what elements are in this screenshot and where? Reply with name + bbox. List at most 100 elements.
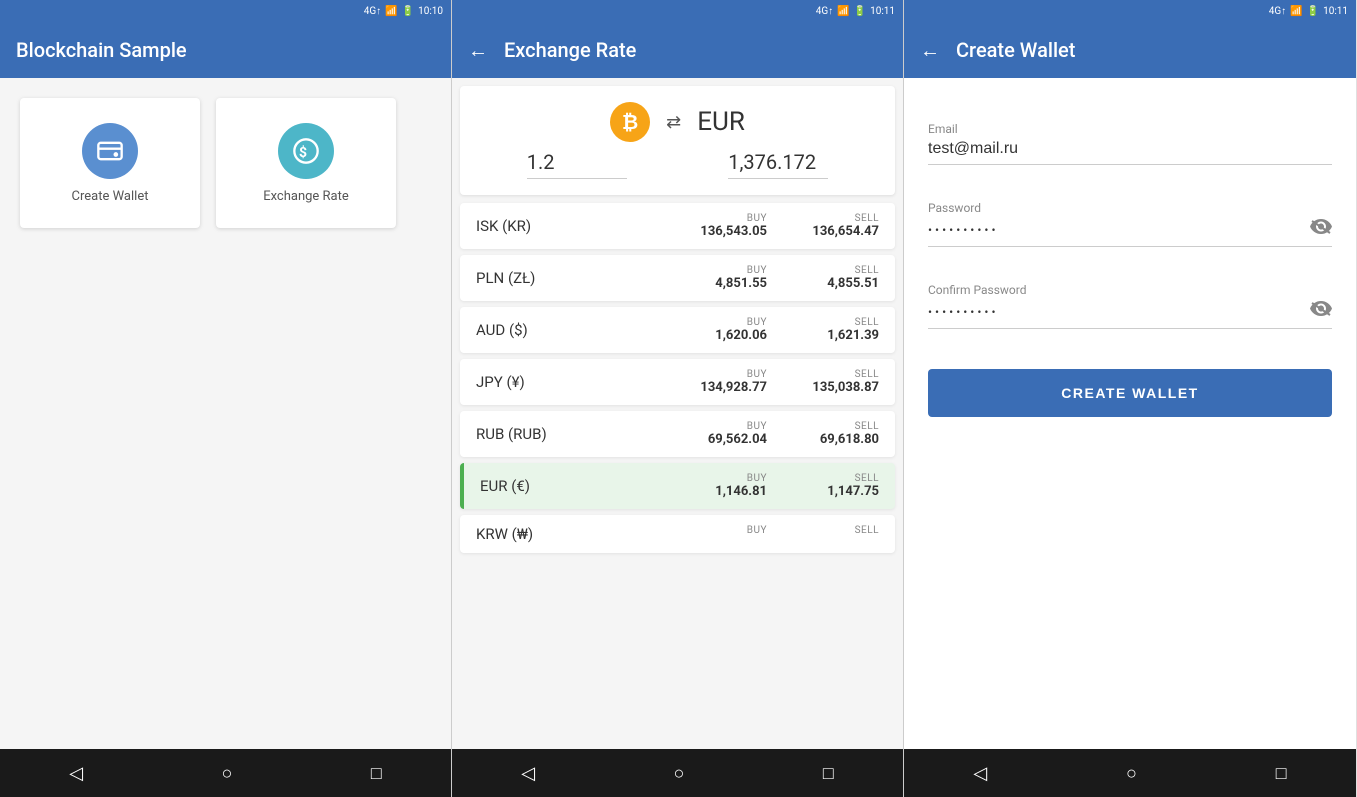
password-input-row: ••••••••••: [928, 219, 1332, 247]
sell-value-jpy: 135,038.87: [812, 380, 879, 395]
signal-icon-3: 4G↑: [1269, 6, 1286, 17]
recent-button-3[interactable]: □: [1252, 755, 1311, 792]
wifi-icon-2: 📶: [837, 6, 849, 17]
rate-row-isk[interactable]: ISK (KR) BUY 136,543.05 SELL 136,654.47: [460, 203, 895, 249]
battery-icon-3: 🔋: [1307, 6, 1319, 17]
currency-krw: KRW (₩): [476, 525, 576, 543]
buy-col-jpy: BUY 134,928.77: [687, 369, 767, 395]
buy-label-jpy: BUY: [747, 369, 767, 380]
buy-label-isk: BUY: [747, 213, 767, 224]
status-icons-1: 4G↑ 📶 🔋 10:10: [364, 6, 443, 17]
create-wallet-label: Create Wallet: [72, 189, 149, 204]
svg-text:$: $: [299, 143, 307, 160]
back-button-1[interactable]: ◁: [45, 755, 107, 792]
rate-row-jpy[interactable]: JPY (¥) BUY 134,928.77 SELL 135,038.87: [460, 359, 895, 405]
sell-value-isk: 136,654.47: [812, 224, 879, 239]
sell-col-rub: SELL 69,618.80: [799, 421, 879, 447]
time-display-2: 10:11: [870, 6, 895, 17]
buy-value-rub: 69,562.04: [708, 432, 767, 447]
status-bar-1: 4G↑ 📶 🔋 10:10: [0, 0, 451, 22]
converter-top: ₿ ⇄ EUR: [476, 102, 879, 142]
rate-row-eur[interactable]: EUR (€) BUY 1,146.81 SELL 1,147.75: [460, 463, 895, 509]
rate-converter: ₿ ⇄ EUR 1.2 1,376.172: [460, 86, 895, 195]
rate-values-jpy: BUY 134,928.77 SELL 135,038.87: [687, 369, 879, 395]
btc-icon: ₿: [610, 102, 650, 142]
rate-values-krw: BUY SELL: [687, 525, 879, 536]
password-eye-icon[interactable]: [1310, 219, 1332, 240]
sell-label-rub: SELL: [855, 421, 879, 432]
rate-values-aud: BUY 1,620.06 SELL 1,621.39: [687, 317, 879, 343]
create-wallet-icon: [82, 123, 138, 179]
back-button-3[interactable]: ◁: [949, 755, 1011, 792]
sell-value-aud: 1,621.39: [827, 328, 879, 343]
rate-row-pln[interactable]: PLN (ZŁ) BUY 4,851.55 SELL 4,855.51: [460, 255, 895, 301]
rate-values-isk: BUY 136,543.05 SELL 136,654.47: [687, 213, 879, 239]
back-arrow-2[interactable]: ←: [468, 38, 488, 63]
email-group: Email: [928, 122, 1332, 165]
currency-aud: AUD ($): [476, 321, 576, 339]
buy-label-pln: BUY: [747, 265, 767, 276]
email-input-row: [928, 140, 1332, 165]
sell-label-eur: SELL: [855, 473, 879, 484]
btc-input-value[interactable]: 1.2: [527, 150, 627, 179]
buy-col-aud: BUY 1,620.06: [687, 317, 767, 343]
sell-value-rub: 69,618.80: [820, 432, 879, 447]
exchange-rate-icon: $: [278, 123, 334, 179]
buy-col-krw: BUY: [687, 525, 767, 536]
buy-value-isk: 136,543.05: [700, 224, 767, 239]
app-title-3: Create Wallet: [956, 38, 1075, 62]
confirm-eye-icon[interactable]: [1310, 301, 1332, 322]
email-input[interactable]: [928, 140, 1332, 158]
buy-col-rub: BUY 69,562.04: [687, 421, 767, 447]
home-button-2[interactable]: ○: [650, 755, 709, 792]
sell-col-jpy: SELL 135,038.87: [799, 369, 879, 395]
sell-label-aud: SELL: [855, 317, 879, 328]
rate-values-rub: BUY 69,562.04 SELL 69,618.80: [687, 421, 879, 447]
create-wallet-card[interactable]: Create Wallet: [20, 98, 200, 228]
signal-icon: 4G↑: [364, 6, 381, 17]
screen2: 4G↑ 📶 🔋 10:11 ← Exchange Rate ₿ ⇄ EUR 1.…: [452, 0, 904, 797]
battery-icon-2: 🔋: [854, 6, 866, 17]
buy-label-rub: BUY: [747, 421, 767, 432]
confirm-password-label: Confirm Password: [928, 283, 1332, 297]
screen3: 4G↑ 📶 🔋 10:11 ← Create Wallet Email Pass…: [904, 0, 1356, 797]
spacer-1: [928, 181, 1332, 193]
sell-label-pln: SELL: [855, 265, 879, 276]
recent-button-1[interactable]: □: [347, 755, 406, 792]
time-display-1: 10:10: [418, 6, 443, 17]
nav-bar-2: ◁ ○ □: [452, 749, 903, 797]
rate-values-eur: BUY 1,146.81 SELL 1,147.75: [687, 473, 879, 499]
buy-col-eur: BUY 1,146.81: [687, 473, 767, 499]
btc-symbol: ₿: [622, 110, 638, 135]
back-button-2[interactable]: ◁: [497, 755, 559, 792]
sell-col-eur: SELL 1,147.75: [799, 473, 879, 499]
rate-row-rub[interactable]: RUB (RUB) BUY 69,562.04 SELL 69,618.80: [460, 411, 895, 457]
confirm-password-dots: ••••••••••: [928, 305, 1310, 319]
status-icons-2: 4G↑ 📶 🔋 10:11: [816, 6, 895, 17]
buy-label-aud: BUY: [747, 317, 767, 328]
wifi-icon: 📶: [385, 6, 397, 17]
sell-value-eur: 1,147.75: [827, 484, 879, 499]
sell-label-jpy: SELL: [855, 369, 879, 380]
home-button-1[interactable]: ○: [198, 755, 257, 792]
create-wallet-button[interactable]: CREATE WALLET: [928, 369, 1332, 417]
exchange-rate-card[interactable]: $ Exchange Rate: [216, 98, 396, 228]
rate-row-aud[interactable]: AUD ($) BUY 1,620.06 SELL 1,621.39: [460, 307, 895, 353]
email-label: Email: [928, 122, 1332, 136]
sell-value-pln: 4,855.51: [827, 276, 879, 291]
back-arrow-3[interactable]: ←: [920, 38, 940, 63]
currency-pln: PLN (ZŁ): [476, 269, 576, 287]
home-button-3[interactable]: ○: [1102, 755, 1161, 792]
eur-currency-label: EUR: [697, 107, 745, 137]
sell-col-isk: SELL 136,654.47: [799, 213, 879, 239]
exchange-rate-label: Exchange Rate: [263, 189, 349, 204]
app-bar-1: Blockchain Sample: [0, 22, 451, 78]
rate-values-pln: BUY 4,851.55 SELL 4,855.51: [687, 265, 879, 291]
recent-button-2[interactable]: □: [799, 755, 858, 792]
rate-row-krw[interactable]: KRW (₩) BUY SELL: [460, 515, 895, 553]
app-title-2: Exchange Rate: [504, 38, 636, 62]
top-spacer: [928, 98, 1332, 114]
password-label: Password: [928, 201, 1332, 215]
app-bar-3: ← Create Wallet: [904, 22, 1356, 78]
buy-label-eur: BUY: [747, 473, 767, 484]
